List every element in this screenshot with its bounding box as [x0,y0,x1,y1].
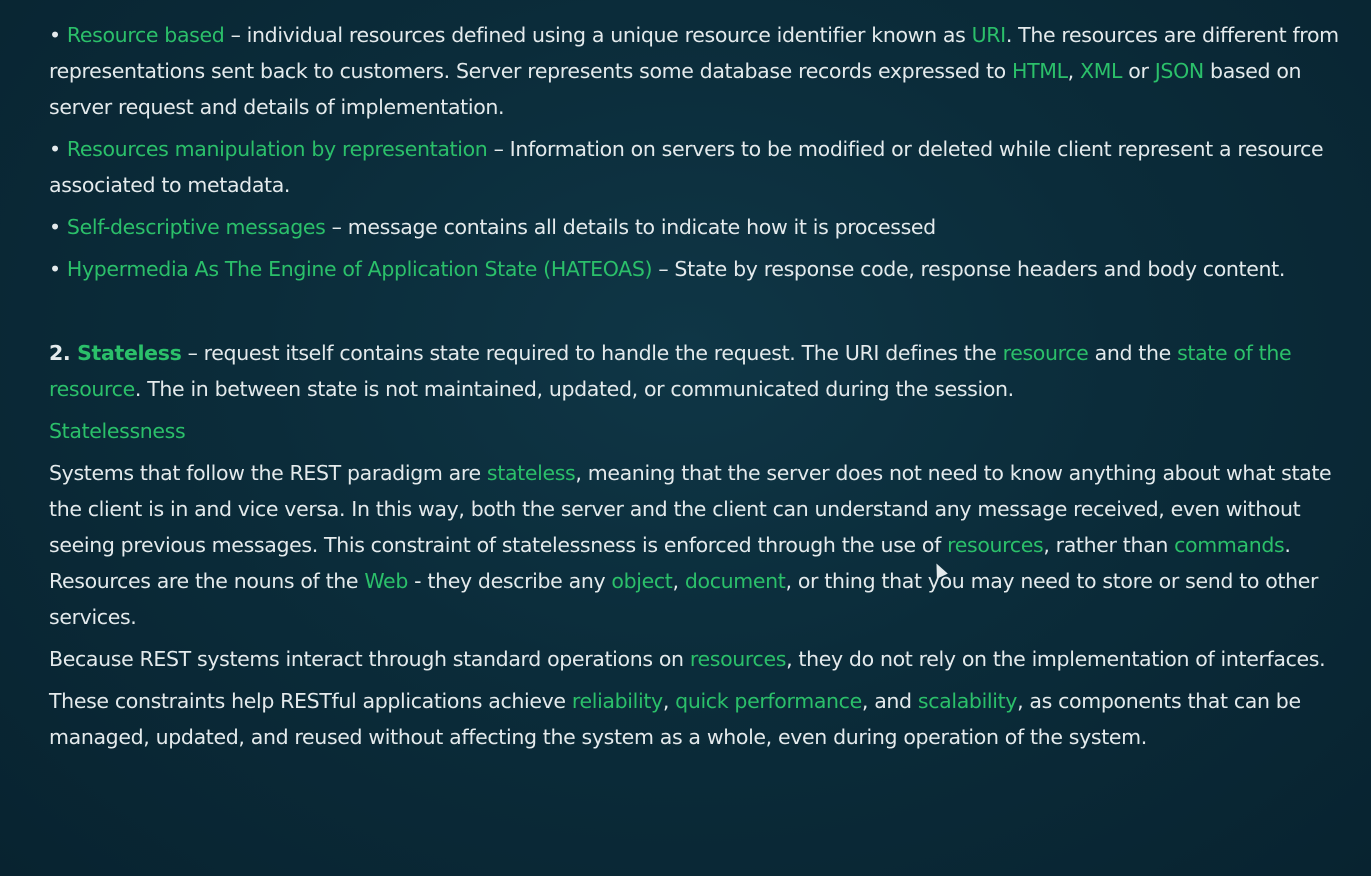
term-hateoas: Hypermedia As The Engine of Application … [66,257,653,281]
bullet-resource-based: • Resource based – individual resources … [49,23,1339,119]
document-body: • Resource based – individual resources … [49,17,1361,755]
term-resources-manipulation: Resources manipulation by representation [66,137,488,161]
term-document: document [684,569,786,593]
term-commands: commands [1174,533,1285,557]
section-number: 2. [49,341,78,365]
paragraph-constraints: These constraints help RESTful applicati… [49,689,1301,749]
heading-statelessness: Statelessness [49,419,186,443]
term-resources: resources [947,533,1044,557]
term-scalability: scalability [917,689,1018,713]
term-reliability: reliability [571,689,663,713]
term-web: Web [364,569,408,593]
term-resource-based: Resource based [66,23,225,47]
paragraph-rest-interact: Because REST systems interact through st… [49,647,1326,671]
term-resource: resource [1002,341,1089,365]
term-json: JSON [1154,59,1204,83]
term-html: HTML [1012,59,1068,83]
bullet-resources-manipulation: • Resources manipulation by representati… [49,137,1324,197]
term-object: object [611,569,673,593]
term-resources-2: resources [689,647,787,671]
bullet-marker: • [49,215,61,239]
term-stateless: Stateless [77,341,182,365]
section-stateless: 2. Stateless – request itself contains s… [49,341,1292,401]
bullet-marker: • [49,137,61,161]
term-quick-performance: quick performance [675,689,862,713]
term-uri: URI [971,23,1007,47]
paragraph-rest-paradigm: Systems that follow the REST paradigm ar… [49,461,1332,629]
bullet-marker: • [49,257,61,281]
bullet-hateoas: • Hypermedia As The Engine of Applicatio… [49,257,1285,281]
term-xml: XML [1080,59,1123,83]
bullet-marker: • [49,23,61,47]
term-self-descriptive: Self-descriptive messages [66,215,326,239]
term-stateless-link: stateless [486,461,576,485]
bullet-self-descriptive: • Self-descriptive messages – message co… [49,215,936,239]
